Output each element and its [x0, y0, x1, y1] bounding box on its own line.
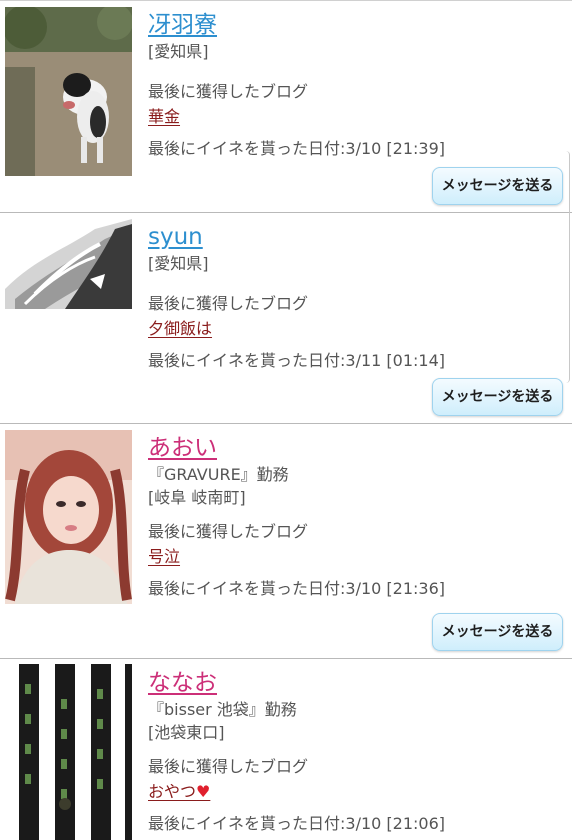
last-like-date: 最後にイイネを貰った日付:3/10 [21:36]	[148, 579, 564, 599]
user-workplace: 『GRAVURE』勤務	[148, 465, 289, 484]
user-photo[interactable]	[5, 219, 132, 309]
user-name-link[interactable]: あおい	[148, 434, 217, 462]
send-message-button[interactable]: メッセージを送る	[432, 167, 563, 205]
last-blog-link[interactable]: おやつ♥	[148, 782, 210, 801]
user-card: 冴羽寮 [愛知県] 最後に獲得したブログ 華金 最後にイイネを貰った日付:3/1…	[0, 1, 572, 213]
user-photo[interactable]	[5, 7, 132, 176]
like-date-label: 最後にイイネを貰った日付:	[148, 579, 346, 598]
user-name-link[interactable]: syun	[148, 223, 203, 251]
heart-icon: ♥	[196, 782, 211, 801]
user-photo[interactable]	[5, 664, 132, 840]
like-date-value: 3/10 [21:39]	[345, 139, 446, 158]
last-blog-link[interactable]: 華金	[148, 107, 180, 126]
user-card: あおい 『GRAVURE』勤務 [岐阜 岐南町] 最後に獲得したブログ 号泣 最…	[0, 424, 572, 659]
send-message-button[interactable]: メッセージを送る	[432, 378, 563, 416]
user-location: [愛知県]	[148, 42, 209, 61]
scroll-indicator	[566, 151, 570, 383]
last-blog-label: 最後に獲得したブログ	[148, 82, 309, 101]
last-blog-label: 最後に獲得したブログ	[148, 294, 309, 313]
like-date-label: 最後にイイネを貰った日付:	[148, 351, 346, 370]
like-date-value: 3/11 [01:14]	[345, 351, 446, 370]
user-location: [岐阜 岐南町]	[148, 488, 246, 507]
user-list: 冴羽寮 [愛知県] 最後に獲得したブログ 華金 最後にイイネを貰った日付:3/1…	[0, 0, 572, 840]
last-blog-link[interactable]: 夕御飯は	[148, 319, 212, 338]
user-card: syun [愛知県] 最後に獲得したブログ 夕御飯は 最後にイイネを貰った日付:…	[0, 213, 572, 424]
last-like-date: 最後にイイネを貰った日付:3/10 [21:06]	[148, 814, 564, 834]
last-blog-title: おやつ	[148, 782, 197, 801]
like-date-value: 3/10 [21:36]	[345, 579, 446, 598]
like-date-label: 最後にイイネを貰った日付:	[148, 139, 346, 158]
user-name-link[interactable]: 冴羽寮	[148, 11, 217, 39]
last-blog-label: 最後に獲得したブログ	[148, 522, 309, 541]
like-date-label: 最後にイイネを貰った日付:	[148, 814, 346, 833]
user-location: [池袋東口]	[148, 723, 225, 742]
last-blog-link[interactable]: 号泣	[148, 547, 180, 566]
send-message-button[interactable]: メッセージを送る	[432, 613, 563, 651]
like-date-value: 3/10 [21:06]	[345, 814, 446, 833]
user-location: [愛知県]	[148, 254, 209, 273]
user-workplace: 『bisser 池袋』勤務	[148, 700, 297, 719]
last-like-date: 最後にイイネを貰った日付:3/11 [01:14]	[148, 351, 564, 371]
user-card: ななお 『bisser 池袋』勤務 [池袋東口] 最後に獲得したブログ おやつ♥…	[0, 659, 572, 840]
last-blog-label: 最後に獲得したブログ	[148, 757, 309, 776]
user-name-link[interactable]: ななお	[148, 669, 217, 697]
last-like-date: 最後にイイネを貰った日付:3/10 [21:39]	[148, 139, 564, 159]
user-photo[interactable]	[5, 430, 132, 604]
